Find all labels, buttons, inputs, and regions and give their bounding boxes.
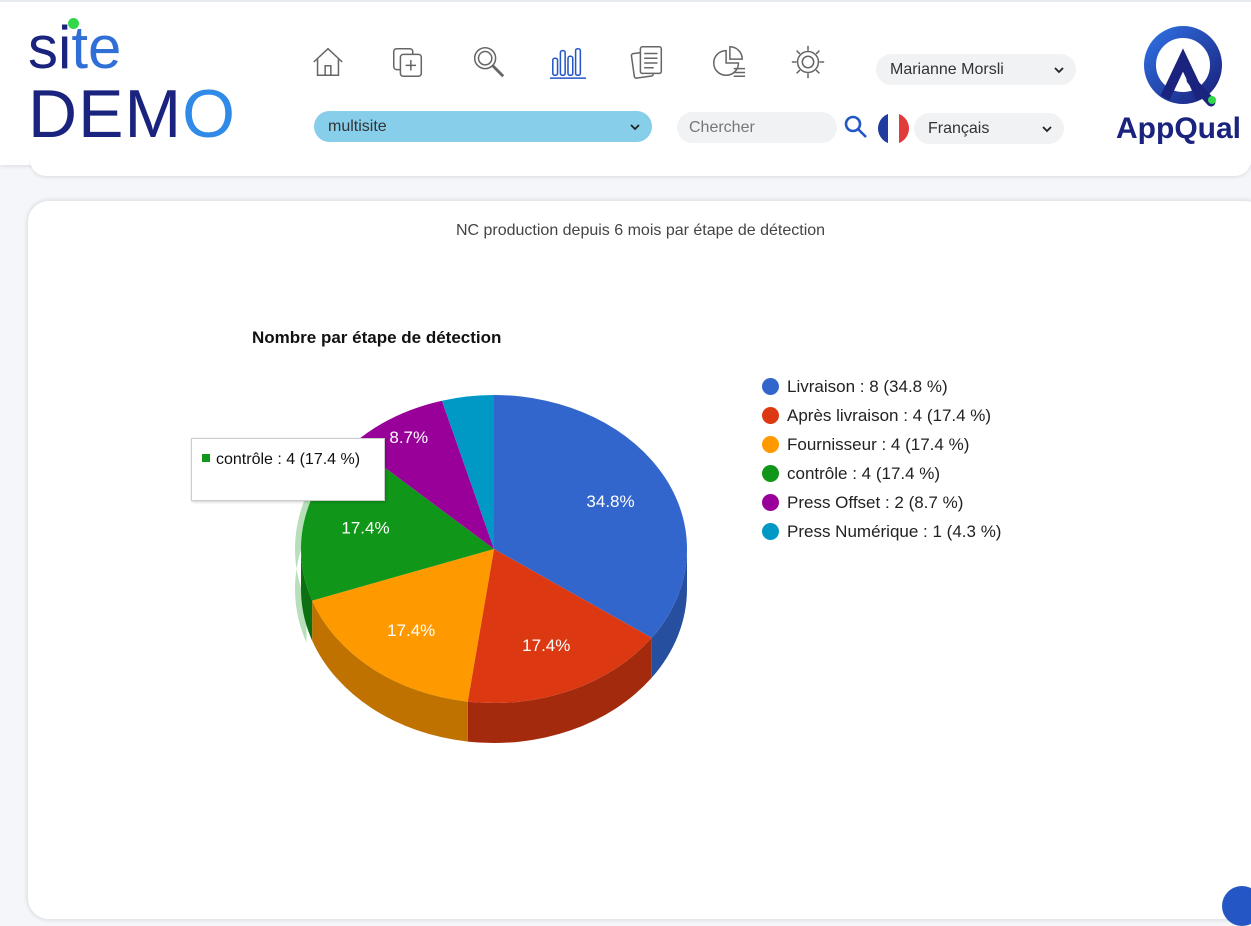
legend-item[interactable]: Press Offset : 2 (8.7 %) (762, 488, 1001, 517)
chart-tooltip: contrôle : 4 (17.4 %) (191, 438, 385, 501)
legend-label: Après livraison : 4 (17.4 %) (787, 405, 992, 425)
scroll-top-button[interactable] (1222, 886, 1251, 926)
legend-item[interactable]: Livraison : 8 (34.8 %) (762, 372, 1001, 401)
legend-label: Press Offset : 2 (8.7 %) (787, 492, 964, 512)
tooltip-color-swatch (202, 454, 210, 462)
legend-item[interactable]: Après livraison : 4 (17.4 %) (762, 401, 1001, 430)
pie-data-label: 17.4% (341, 519, 389, 538)
legend-item[interactable]: Fournisseur : 4 (17.4 %) (762, 430, 1001, 459)
pie-data-label: 34.8% (586, 492, 634, 511)
pie-chart[interactable]: 34.8% 17.4% 17.4% 17.4% 8.7% (0, 0, 1251, 899)
legend-color-dot (762, 407, 779, 424)
legend-label: Fournisseur : 4 (17.4 %) (787, 434, 970, 454)
pie-data-label: 8.7% (389, 428, 428, 447)
legend-item[interactable]: contrôle : 4 (17.4 %) (762, 459, 1001, 488)
legend-color-dot (762, 378, 779, 395)
legend-color-dot (762, 436, 779, 453)
legend-item[interactable]: Press Numérique : 1 (4.3 %) (762, 517, 1001, 546)
legend-label: Press Numérique : 1 (4.3 %) (787, 521, 1002, 541)
legend-color-dot (762, 465, 779, 482)
legend-label: Livraison : 8 (34.8 %) (787, 376, 948, 396)
pie-data-label: 17.4% (387, 621, 435, 640)
chart-legend: Livraison : 8 (34.8 %) Après livraison : … (762, 372, 1001, 546)
pie-data-label: 17.4% (522, 636, 570, 655)
tooltip-text: contrôle : 4 (17.4 %) (216, 451, 361, 468)
legend-color-dot (762, 523, 779, 540)
legend-label: contrôle : 4 (17.4 %) (787, 463, 941, 483)
legend-color-dot (762, 494, 779, 511)
